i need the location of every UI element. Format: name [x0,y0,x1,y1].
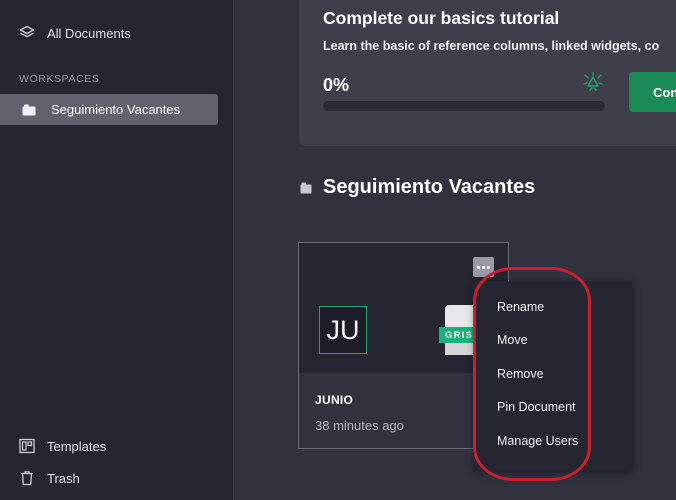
sidebar-item-templates[interactable]: Templates [0,431,234,461]
document-context-menu: Rename Move Remove Pin Document Manage U… [474,281,633,471]
more-options-button[interactable] [473,257,494,277]
trash-icon [18,469,36,487]
sidebar-item-trash[interactable]: Trash [0,463,234,493]
menu-item-pin-document[interactable]: Pin Document [497,400,576,414]
tutorial-continue-button[interactable]: Con [629,72,676,112]
tutorial-progress-text: 0% [323,75,350,95]
templates-icon [18,437,36,455]
menu-item-rename[interactable]: Rename [497,300,544,314]
sidebar-item-label: Seguimiento Vacantes [51,102,181,117]
tutorial-title: Complete our basics tutorial [323,8,560,28]
sidebar-item-label: Templates [47,438,107,454]
menu-item-remove[interactable]: Remove [497,367,544,381]
document-modified-time: 38 minutes ago [315,418,404,433]
sidebar-item-label: All Documents [47,25,131,41]
document-initials-tile: JU [319,306,367,354]
dot [487,265,490,269]
grist-logo: GRIS [439,305,481,355]
sidebar-item-workspace[interactable]: Seguimiento Vacantes [0,94,218,125]
dot [477,265,480,269]
folder-icon [20,101,38,119]
dot [482,265,485,269]
workspace-title: Seguimiento Vacantes [323,176,536,198]
folder-icon [300,181,312,194]
document-name: JUNIO [315,393,354,407]
menu-item-move[interactable]: Move [497,333,528,347]
layers-icon [18,24,36,42]
tutorial-progress-bar [323,101,605,111]
workspaces-heading: WORKSPACES [19,73,100,85]
sidebar: All Documents WORKSPACES Seguimiento Vac… [0,0,234,500]
menu-item-manage-users[interactable]: Manage Users [497,434,578,448]
sidebar-item-label: Trash [47,470,80,486]
sidebar-item-all-documents[interactable]: All Documents [0,18,234,48]
confetti-icon [582,72,604,92]
tutorial-banner: Complete our basics tutorial Learn the b… [299,0,676,146]
tutorial-description: Learn the basic of reference columns, li… [323,39,660,53]
